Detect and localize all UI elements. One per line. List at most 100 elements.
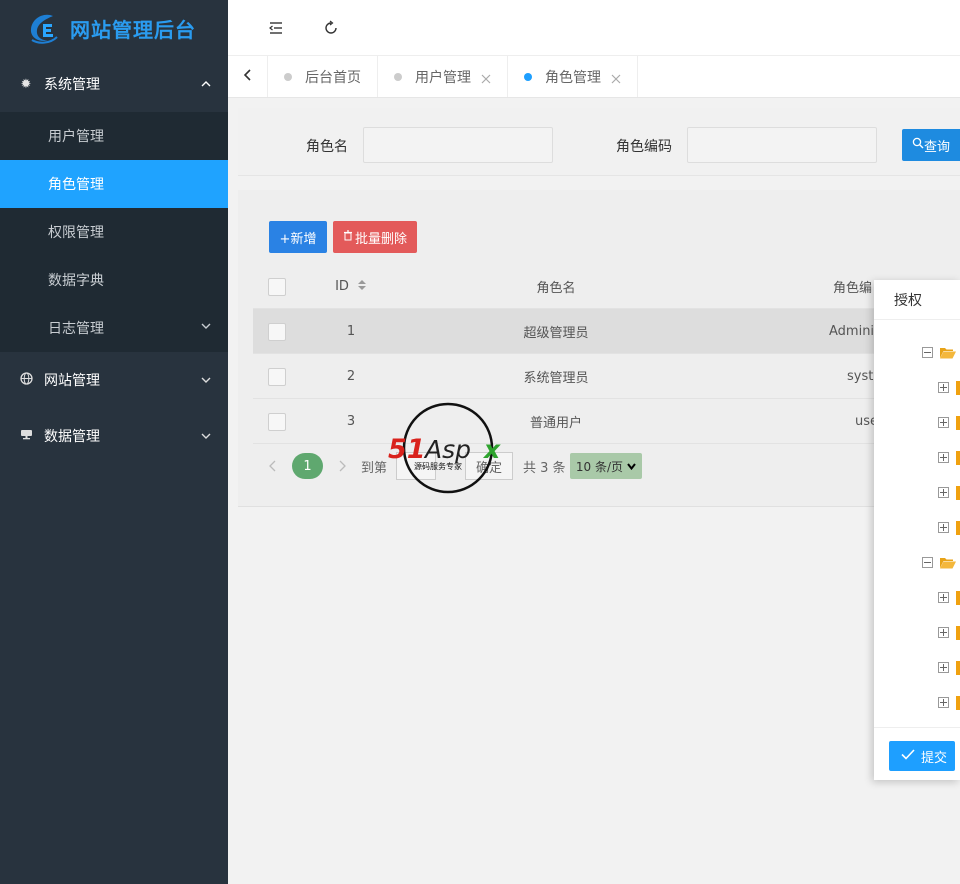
expand-icon[interactable] (938, 522, 949, 533)
dialog-footer: 提交 (874, 727, 960, 780)
search-panel: 角色名 角色编码 查询 (238, 108, 960, 176)
sidebar-item-label: 角色管理 (48, 177, 104, 193)
cell-role-name: 超级管理员 (523, 326, 589, 341)
tab-users[interactable]: 用户管理 (378, 56, 508, 97)
tab-label: 用户管理 (415, 69, 471, 86)
menu-group-system[interactable]: ✹ 系统管理 (0, 56, 228, 112)
tab-dot-icon (394, 72, 402, 81)
folder-open-icon (940, 347, 956, 359)
logo[interactable]: 网站管理后台 (0, 0, 228, 56)
tree-node[interactable] (874, 588, 960, 608)
expand-icon[interactable] (938, 592, 949, 603)
table-row[interactable]: 1 超级管理员 Adminis (253, 309, 960, 354)
menu-group-data[interactable]: 数据管理 (0, 408, 228, 464)
tree-node-checkbox[interactable] (956, 486, 960, 500)
add-role-button[interactable]: +新增 (269, 221, 327, 253)
tree-node[interactable] (874, 343, 960, 363)
folder-open-icon (940, 557, 956, 569)
tree-node[interactable] (874, 693, 960, 713)
chevron-up-icon (200, 78, 212, 90)
role-code-input[interactable] (687, 127, 877, 163)
expand-icon[interactable] (938, 487, 949, 498)
submit-label: 提交 (921, 750, 948, 766)
tree-node[interactable] (874, 658, 960, 678)
sidebar: 网站管理后台 ✹ 系统管理 用户管理 角色管理 权限管理 数据字典 日志管理 网… (0, 0, 228, 884)
cell-role-name: 系统管理员 (523, 371, 589, 386)
chevron-down-icon (627, 459, 636, 473)
watermark-brand-a: Asp (423, 435, 471, 464)
sidebar-item-label: 权限管理 (48, 225, 104, 241)
collapse-icon[interactable] (922, 347, 933, 358)
refresh-icon[interactable] (317, 14, 345, 42)
table-header: ID 角色名 角色编 (253, 264, 960, 309)
batch-delete-label: 批量删除 (354, 231, 407, 247)
tab-scroll-left-button[interactable] (228, 56, 268, 97)
menu-group-label: 数据管理 (44, 429, 100, 445)
current-page-button[interactable]: 1 (292, 453, 323, 479)
batch-delete-button[interactable]: 批量删除 (333, 221, 417, 253)
tab-home[interactable]: 后台首页 (268, 56, 378, 97)
gear-icon: ✹ (20, 76, 32, 92)
expand-icon[interactable] (938, 697, 949, 708)
role-code-label: 角色编码 (616, 139, 672, 155)
tree-node[interactable] (874, 378, 960, 398)
tree-node-checkbox[interactable] (956, 451, 960, 465)
tree-node-checkbox[interactable] (956, 416, 960, 430)
menu-group-website[interactable]: 网站管理 (0, 352, 228, 408)
tree-node[interactable] (874, 623, 960, 643)
prev-page-icon[interactable] (265, 452, 281, 480)
cell-id: 2 (346, 369, 356, 384)
role-name-label: 角色名 (306, 139, 348, 155)
tree-node-checkbox[interactable] (956, 591, 960, 605)
query-button[interactable]: 查询 (902, 129, 960, 161)
search-icon (912, 137, 924, 153)
watermark-logo: 51 Asp x 源码服务专家 (388, 402, 512, 494)
collapse-menu-icon[interactable] (262, 14, 290, 42)
tree-node-checkbox[interactable] (956, 626, 960, 640)
query-button-label: 查询 (924, 139, 951, 155)
row-checkbox[interactable] (268, 323, 286, 341)
expand-icon[interactable] (938, 627, 949, 638)
role-name-input[interactable] (363, 127, 553, 163)
sidebar-item-roles[interactable]: 角色管理 (0, 160, 228, 208)
sidebar-item-dictionary[interactable]: 数据字典 (0, 256, 228, 304)
sort-icon[interactable] (357, 279, 367, 295)
table-row[interactable]: 2 系统管理员 syste (253, 354, 960, 399)
cell-id: 1 (346, 324, 356, 339)
close-icon[interactable] (481, 72, 491, 83)
tree-node[interactable] (874, 448, 960, 468)
page-size-label: 10 条/页 (575, 459, 624, 474)
chevron-left-icon (242, 68, 254, 86)
row-checkbox[interactable] (268, 368, 286, 386)
page-size-select[interactable]: 10 条/页 (570, 453, 642, 479)
expand-icon[interactable] (938, 452, 949, 463)
tab-roles[interactable]: 角色管理 (508, 56, 638, 97)
next-page-icon[interactable] (334, 452, 350, 480)
tree-node-checkbox[interactable] (956, 381, 960, 395)
sidebar-item-logs[interactable]: 日志管理 (0, 304, 228, 352)
expand-icon[interactable] (938, 382, 949, 393)
logo-icon (26, 10, 62, 46)
tree-node[interactable] (874, 413, 960, 433)
sidebar-item-users[interactable]: 用户管理 (0, 112, 228, 160)
tree-node-checkbox[interactable] (956, 521, 960, 535)
dialog-title: 授权 (874, 280, 960, 320)
expand-icon[interactable] (938, 417, 949, 428)
tree-node-checkbox[interactable] (956, 696, 960, 710)
tree-node[interactable] (874, 483, 960, 503)
submit-button[interactable]: 提交 (889, 741, 955, 771)
tree-node-checkbox[interactable] (956, 661, 960, 675)
row-checkbox[interactable] (268, 413, 286, 431)
tree-node[interactable] (874, 518, 960, 538)
select-all-checkbox[interactable] (268, 278, 286, 296)
table-row[interactable]: 3 普通用户 use (253, 399, 960, 444)
expand-icon[interactable] (938, 662, 949, 673)
watermark-brand-x: x (482, 435, 501, 464)
sidebar-item-permissions[interactable]: 权限管理 (0, 208, 228, 256)
collapse-icon[interactable] (922, 557, 933, 568)
column-header-id[interactable]: ID (321, 264, 381, 309)
chevron-down-icon (200, 320, 212, 336)
close-icon[interactable] (611, 72, 621, 83)
tree-node[interactable] (874, 553, 960, 573)
tab-bar: 后台首页 用户管理 角色管理 (228, 56, 960, 98)
